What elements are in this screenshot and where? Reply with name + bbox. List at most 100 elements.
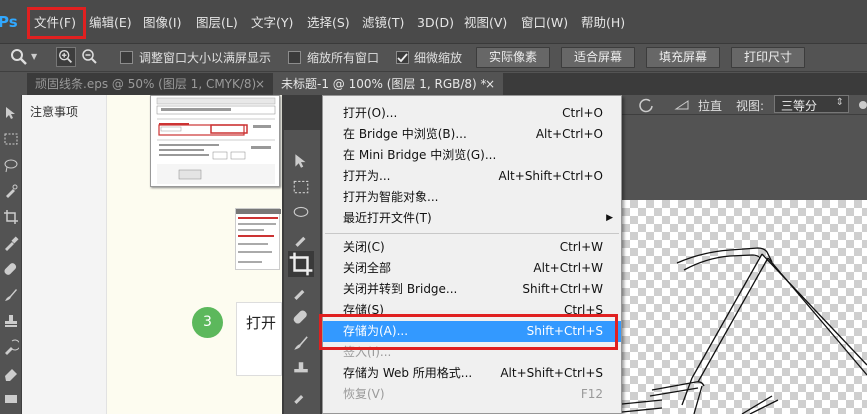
- move-tool-icon[interactable]: [3, 105, 19, 121]
- lasso-tool-icon[interactable]: [292, 204, 310, 222]
- document-tabbar: 顽固线条.eps @ 50% (图层 1, CMYK/8) × 未标题-1 @ …: [27, 73, 867, 95]
- resize-windows-label: 调整窗口大小以满屏显示: [139, 51, 272, 65]
- tools-panel: [0, 95, 22, 414]
- zoom-tool-icon[interactable]: [9, 47, 29, 67]
- menu-select[interactable]: 选择(S): [307, 13, 350, 33]
- menu-view[interactable]: 视图(V): [464, 13, 507, 33]
- tab-label: 未标题-1 @ 100% (图层 1, RGB/8) *: [281, 77, 487, 91]
- stamp-tool-icon[interactable]: [3, 313, 19, 329]
- menu-item-save-for-web[interactable]: 存储为 Web 所用格式... Alt+Shift+Ctrl+S: [323, 363, 621, 384]
- notes-title: 注意事项: [30, 105, 79, 119]
- menu-item-open-as[interactable]: 打开为... Alt+Shift+Ctrl+O: [323, 166, 621, 187]
- eraser-tool-icon[interactable]: [3, 365, 19, 381]
- menu-item-browse-mini-bridge[interactable]: 在 Mini Bridge 中浏览(G)...: [323, 145, 621, 166]
- gradient-tool-icon[interactable]: [3, 391, 19, 407]
- bicycle-line-art: [621, 247, 867, 414]
- menu-item-label: 关闭并转到 Bridge...: [343, 282, 458, 296]
- menu-type[interactable]: 文字(Y): [251, 13, 293, 33]
- menu-separator: [325, 233, 619, 234]
- tab-close-icon[interactable]: ×: [255, 73, 265, 95]
- quick-select-tool-icon[interactable]: [292, 230, 310, 248]
- menu-item-shortcut: Alt+Ctrl+O: [535, 127, 603, 141]
- file-menu-annotation-box: [27, 7, 86, 39]
- lasso-tool-icon[interactable]: [3, 157, 19, 173]
- straighten-label[interactable]: 拉直: [698, 97, 722, 114]
- resize-windows-checkbox[interactable]: [120, 51, 133, 64]
- menu-layer[interactable]: 图层(L): [196, 13, 238, 33]
- second-screenshot-image: [235, 208, 281, 270]
- inner-tools-panel: [284, 130, 320, 414]
- transparent-canvas: [621, 200, 867, 414]
- menu-item-shortcut: Alt+Shift+Ctrl+S: [500, 366, 603, 380]
- quick-select-tool-icon[interactable]: [3, 183, 19, 199]
- menu-edit[interactable]: 编辑(E): [89, 13, 132, 33]
- eyedropper-tool-icon[interactable]: [3, 235, 19, 251]
- menu-item-browse-bridge[interactable]: 在 Bridge 中浏览(B)... Alt+Ctrl+O: [323, 124, 621, 145]
- tab-label: 顽固线条.eps @ 50% (图层 1, CMYK/8): [35, 77, 257, 91]
- menu-help[interactable]: 帮助(H): [581, 13, 625, 33]
- menu-item-label: 在 Mini Bridge 中浏览(G)...: [343, 148, 497, 162]
- marquee-tool-icon[interactable]: [292, 178, 310, 196]
- photoshop-logo: Ps: [0, 13, 18, 31]
- menu-filter[interactable]: 滤镜(T): [362, 13, 404, 33]
- step-number-badge: 3: [192, 307, 223, 338]
- print-size-button[interactable]: 打印尺寸: [731, 47, 805, 68]
- straighten-icon[interactable]: [674, 97, 690, 113]
- menu-item-label: 打开为智能对象...: [343, 190, 439, 204]
- print-dialog-illustration: [156, 97, 276, 184]
- menu-3d[interactable]: 3D(D): [417, 13, 454, 33]
- brush-tool-icon[interactable]: [3, 287, 19, 303]
- view-select[interactable]: 三等分 ⇕: [774, 95, 849, 113]
- menu-item-close-go-bridge[interactable]: 关闭并转到 Bridge... Shift+Ctrl+W: [323, 279, 621, 300]
- menu-item-shortcut: Ctrl+W: [559, 240, 603, 254]
- menu-item-label: 在 Bridge 中浏览(B)...: [343, 127, 467, 141]
- scrubby-zoom-checkbox[interactable]: [396, 51, 409, 64]
- menu-item-open-smart-object[interactable]: 打开为智能对象...: [323, 187, 621, 208]
- menu-image[interactable]: 图像(I): [143, 13, 181, 33]
- menu-window[interactable]: 窗口(W): [521, 13, 568, 33]
- zoom-all-checkbox[interactable]: [288, 51, 301, 64]
- canvas-pasteboard: [622, 115, 867, 200]
- history-brush-tool-icon[interactable]: [3, 339, 19, 355]
- stamp-tool-icon[interactable]: [292, 360, 310, 378]
- tool-preset-chevron-icon[interactable]: ▼: [31, 52, 37, 61]
- options-bar: ▼ 调整窗口大小以满屏显示 缩放所有窗口 细微缩放 实际像素 适合屏幕 填充屏幕…: [0, 44, 867, 72]
- menu-item-shortcut: Ctrl+O: [562, 106, 603, 120]
- crop-tool-icon[interactable]: [288, 251, 314, 277]
- menu-item-close[interactable]: 关闭(C) Ctrl+W: [323, 237, 621, 258]
- menu-item-label: 最近打开文件(T): [343, 211, 432, 225]
- marquee-tool-icon[interactable]: [3, 131, 19, 147]
- submenu-arrow-icon: ▶: [606, 213, 613, 223]
- actual-pixels-button[interactable]: 实际像素: [476, 47, 550, 68]
- menu-item-label: 打开(O)...: [343, 106, 398, 120]
- menu-item-shortcut: F12: [580, 387, 603, 401]
- history-brush-tool-icon[interactable]: [292, 386, 310, 404]
- tab-eps-document[interactable]: 顽固线条.eps @ 50% (图层 1, CMYK/8) ×: [27, 73, 271, 95]
- zoom-out-icon[interactable]: [80, 47, 100, 67]
- scrubby-zoom-label: 细微缩放: [414, 51, 463, 65]
- move-tool-icon[interactable]: [292, 152, 310, 170]
- menu-item-recent-files[interactable]: 最近打开文件(T) ▶: [323, 208, 621, 229]
- healing-brush-tool-icon[interactable]: [3, 261, 19, 277]
- eyedropper-tool-icon[interactable]: [292, 282, 310, 300]
- menu-item-label: 存储为 Web 所用格式...: [343, 366, 473, 380]
- menu-item-revert[interactable]: 恢复(V) F12: [323, 384, 621, 405]
- menu-item-shortcut: Alt+Shift+Ctrl+O: [498, 169, 603, 183]
- menu-item-label: 关闭(C): [343, 240, 385, 254]
- tab-close-icon[interactable]: ×: [485, 73, 495, 95]
- window-illustration: [236, 209, 281, 263]
- fit-screen-button[interactable]: 适合屏幕: [561, 47, 635, 68]
- fill-screen-button[interactable]: 填充屏幕: [646, 47, 720, 68]
- menu-item-close-all[interactable]: 关闭全部 Alt+Ctrl+W: [323, 258, 621, 279]
- healing-brush-tool-icon[interactable]: [292, 308, 310, 326]
- view-label: 视图:: [736, 99, 765, 113]
- crop-settings-gear-icon[interactable]: [855, 97, 867, 113]
- rotate-icon[interactable]: [638, 97, 654, 113]
- brush-tool-icon[interactable]: [292, 334, 310, 352]
- menu-item-open[interactable]: 打开(O)... Ctrl+O: [323, 103, 621, 124]
- tab-untitled-document[interactable]: 未标题-1 @ 100% (图层 1, RGB/8) * ×: [273, 73, 503, 95]
- crop-tool-icon[interactable]: [3, 209, 19, 225]
- menu-item-label: 打开为...: [343, 169, 391, 183]
- menu-item-label: 关闭全部: [343, 261, 392, 275]
- zoom-in-icon[interactable]: [56, 47, 76, 67]
